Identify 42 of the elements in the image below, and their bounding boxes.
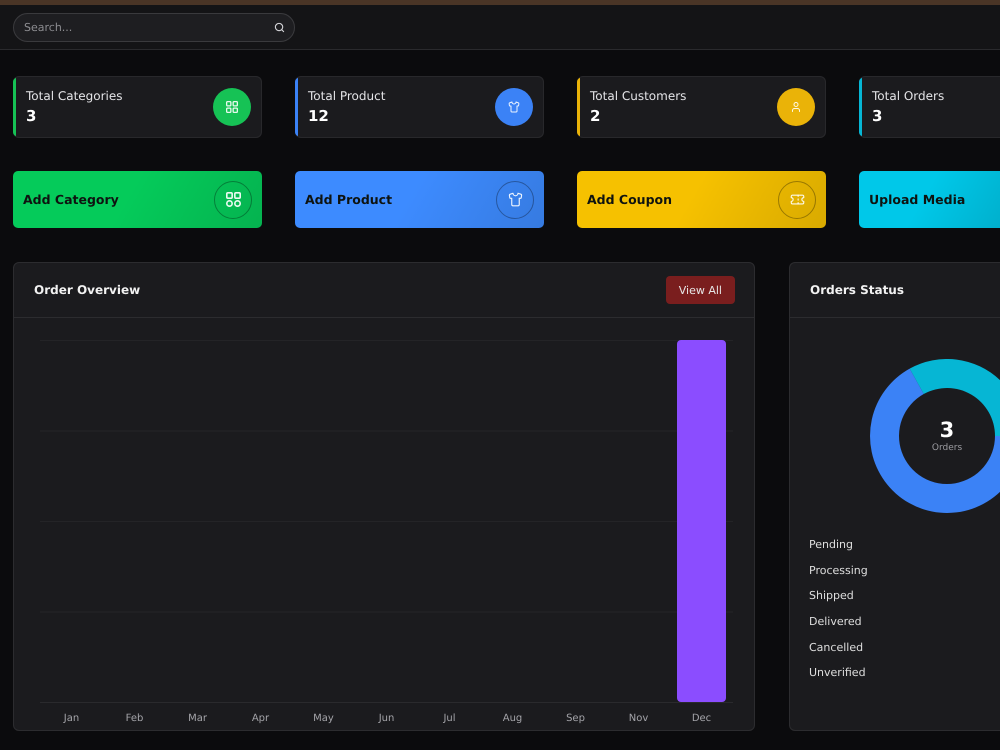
grid-icon	[213, 88, 251, 126]
axis-label: May	[313, 713, 334, 724]
axis-label: Aug	[502, 713, 522, 724]
axis-label: Dec	[692, 713, 712, 724]
stat-value: 3	[872, 107, 884, 125]
legend-label: Cancelled	[809, 640, 864, 655]
action-button[interactable]: Upload Media	[859, 171, 1000, 228]
panel-title: Orders Status	[810, 283, 904, 297]
axis-label: Sep	[566, 713, 585, 724]
stat-label: Total Categories	[26, 89, 123, 104]
stat-value: 2	[590, 107, 602, 125]
view-all-button[interactable]: View All	[666, 276, 735, 304]
axis-label: Jun	[378, 713, 394, 724]
axis-label: Feb	[126, 713, 144, 724]
legend-label: Delivered	[809, 614, 862, 630]
search-field[interactable]: Search...	[13, 12, 295, 42]
legend-label: Pending	[809, 537, 853, 552]
ticket-icon	[778, 180, 816, 218]
stat-label: Total Customers	[590, 89, 686, 104]
stat-label: Total Product	[308, 89, 386, 104]
stat-value: 12	[308, 107, 330, 125]
action-button[interactable]: Add Coupon	[577, 171, 826, 228]
stat-value: 3	[26, 107, 38, 125]
axis-label: Mar	[188, 713, 207, 724]
grid-icon	[214, 180, 252, 218]
donut-total: 3	[940, 418, 954, 442]
legend-label: Shipped	[809, 588, 854, 604]
stat-label: Total Orders	[872, 89, 944, 104]
legend-label: Processing	[809, 562, 868, 578]
shirt-icon	[495, 88, 533, 126]
shirt-icon	[496, 180, 534, 218]
action-button[interactable]: Add Product	[295, 171, 544, 228]
legend-label: Unverified	[809, 665, 866, 680]
axis-label: Nov	[628, 713, 648, 724]
search-icon[interactable]	[274, 22, 285, 32]
axis-label: Jan	[64, 713, 80, 724]
axis-label: Jul	[443, 713, 456, 724]
panel-title: Order Overview	[34, 283, 140, 297]
action-button[interactable]: Add Category	[13, 171, 262, 228]
user-icon	[777, 88, 815, 126]
axis-label: Apr	[252, 713, 270, 724]
donut-caption: Orders	[932, 442, 962, 454]
